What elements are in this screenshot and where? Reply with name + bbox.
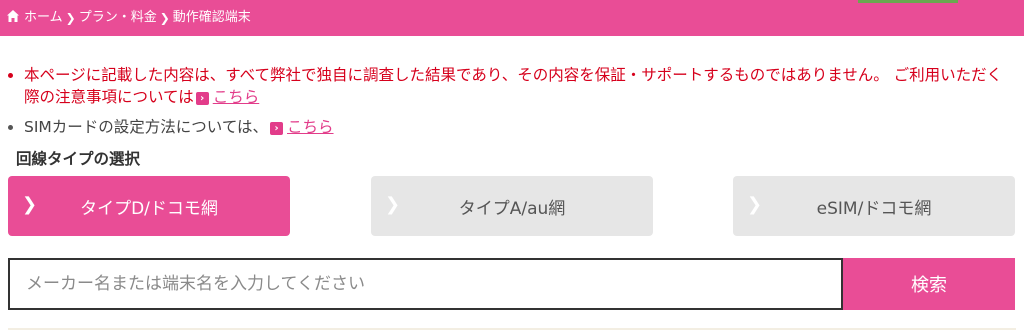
breadcrumb: ホーム ❯ プラン・料金 ❯ 動作確認端末 [0,0,1024,36]
bullet-icon [8,73,13,78]
line-type-label: タイプA/au網 [458,198,566,219]
divider [8,328,1016,330]
sim-settings-note: SIMカードの設定方法については、 › こちら [8,116,1016,138]
chevron-right-icon: ❯ [159,11,170,25]
search-input[interactable] [8,258,843,310]
chevron-right-icon: ❯ [747,194,763,215]
line-type-esim-button[interactable]: ❯ eSIM/ドコモ網 [733,176,1015,236]
sim-settings-text: SIMカードの設定方法については、 [24,118,269,136]
header-accent-strip [858,0,958,3]
arrow-right-icon: › [270,122,284,135]
breadcrumb-home-label: ホーム [24,10,63,25]
chevron-right-icon: ❯ [22,194,38,215]
disclaimer-link[interactable]: こちら [213,88,260,106]
home-icon [7,10,19,22]
section-title: 回線タイプの選択 [16,150,141,168]
breadcrumb-home[interactable]: ホーム [6,0,63,36]
line-type-label: タイプD/ドコモ網 [80,198,218,219]
notice-list: 本ページに記載した内容は、すべて弊社で独自に調査した結果であり、その内容を保証・… [8,64,1016,138]
disclaimer-note: 本ページに記載した内容は、すべて弊社で独自に調査した結果であり、その内容を保証・… [8,64,1016,108]
sim-settings-link[interactable]: こちら [287,118,334,136]
chevron-right-icon: ❯ [385,194,401,215]
search-button[interactable]: 検索 [843,258,1015,310]
breadcrumb-current: 動作確認端末 [172,10,251,25]
arrow-right-icon: › [195,92,209,105]
breadcrumb-plan[interactable]: プラン・料金 [79,0,157,36]
disclaimer-text: 本ページに記載した内容は、すべて弊社で独自に調査した結果であり、その内容を保証・… [24,66,1003,106]
line-type-au-button[interactable]: ❯ タイプA/au網 [371,176,653,236]
line-type-docomo-button[interactable]: ❯ タイプD/ドコモ網 [8,176,290,236]
chevron-right-icon: ❯ [65,11,76,25]
bullet-icon [8,125,13,130]
line-type-label: eSIM/ドコモ網 [816,198,932,219]
